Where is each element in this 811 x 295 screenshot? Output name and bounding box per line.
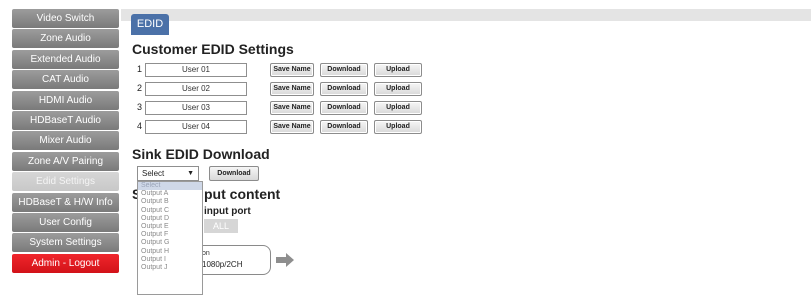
nav-system-settings[interactable]: System Settings: [12, 233, 119, 253]
top-bar: [121, 9, 811, 21]
row-number: 2: [137, 83, 143, 93]
upload-button[interactable]: Upload: [374, 63, 422, 77]
caret-down-icon: ▼: [187, 170, 194, 177]
edid-name-input[interactable]: User 03: [145, 101, 247, 115]
nav-hdbaset-hw-info[interactable]: HDBaseT & H/W Info: [12, 192, 119, 212]
input-port-label: input port: [204, 206, 251, 217]
source-box[interactable]: on 1080p/2CH: [197, 245, 271, 275]
section-title-partial: put content: [204, 186, 281, 202]
customer-edid-title: Customer EDID Settings: [132, 41, 294, 57]
dropdown-option[interactable]: Output F: [138, 231, 202, 239]
dropdown-option[interactable]: Output J: [138, 264, 202, 272]
nav-edid-settings[interactable]: Edid Settings: [12, 172, 119, 192]
select-value: Select: [142, 169, 165, 178]
save-name-button[interactable]: Save Name: [270, 101, 314, 115]
row-number: 3: [137, 102, 143, 112]
dropdown-option[interactable]: Output I: [138, 256, 202, 264]
download-button[interactable]: Download: [320, 82, 368, 96]
sink-output-dropdown: Select Output A Output B Output C Output…: [137, 181, 203, 295]
save-name-button[interactable]: Save Name: [270, 120, 314, 134]
upload-button[interactable]: Upload: [374, 120, 422, 134]
tab-edid[interactable]: EDID: [131, 14, 169, 35]
nav-admin-logout[interactable]: Admin - Logout: [12, 253, 119, 273]
upload-button[interactable]: Upload: [374, 82, 422, 96]
arrow-right-icon: [276, 253, 294, 267]
nav-hdmi-audio[interactable]: HDMI Audio: [12, 90, 119, 110]
nav-hdbaset-audio[interactable]: HDBaseT Audio: [12, 110, 119, 130]
save-name-button[interactable]: Save Name: [270, 63, 314, 77]
nav-video-switch[interactable]: Video Switch: [12, 9, 119, 28]
download-button[interactable]: Download: [320, 63, 368, 77]
row-number: 4: [137, 121, 143, 131]
edid-name-input[interactable]: User 01: [145, 63, 247, 77]
download-button[interactable]: Download: [320, 101, 368, 115]
sink-output-select[interactable]: Select ▼: [137, 166, 199, 181]
upload-button[interactable]: Upload: [374, 101, 422, 115]
sink-download-button[interactable]: Download: [209, 166, 259, 181]
dropdown-option[interactable]: Output H: [138, 248, 202, 256]
source-label: on: [202, 250, 210, 257]
nav-extended-audio[interactable]: Extended Audio: [12, 49, 119, 69]
dropdown-option[interactable]: Output A: [138, 190, 202, 198]
sink-edid-title: Sink EDID Download: [132, 146, 270, 162]
row-number: 1: [137, 64, 143, 74]
nav-mixer-audio[interactable]: Mixer Audio: [12, 131, 119, 151]
dropdown-option[interactable]: Output B: [138, 198, 202, 206]
dropdown-option[interactable]: Output G: [138, 239, 202, 247]
dropdown-option[interactable]: Output D: [138, 215, 202, 223]
nav-cat-audio[interactable]: CAT Audio: [12, 70, 119, 90]
dropdown-option[interactable]: Output C: [138, 207, 202, 215]
nav-zone-audio[interactable]: Zone Audio: [12, 29, 119, 49]
dropdown-option[interactable]: Select: [138, 182, 202, 191]
sidebar-nav: Video Switch Zone Audio Extended Audio C…: [12, 9, 119, 274]
all-button[interactable]: ALL: [204, 219, 238, 233]
main-panel: EDID Customer EDID Settings 1 User 01 Sa…: [121, 0, 811, 295]
nav-user-config[interactable]: User Config: [12, 212, 119, 232]
save-name-button[interactable]: Save Name: [270, 82, 314, 96]
source-format: 1080p/2CH: [202, 260, 243, 269]
edid-name-input[interactable]: User 04: [145, 120, 247, 134]
dropdown-option[interactable]: Output E: [138, 223, 202, 231]
edid-name-input[interactable]: User 02: [145, 82, 247, 96]
nav-zone-av-pairing[interactable]: Zone A/V Pairing: [12, 151, 119, 171]
download-button[interactable]: Download: [320, 120, 368, 134]
